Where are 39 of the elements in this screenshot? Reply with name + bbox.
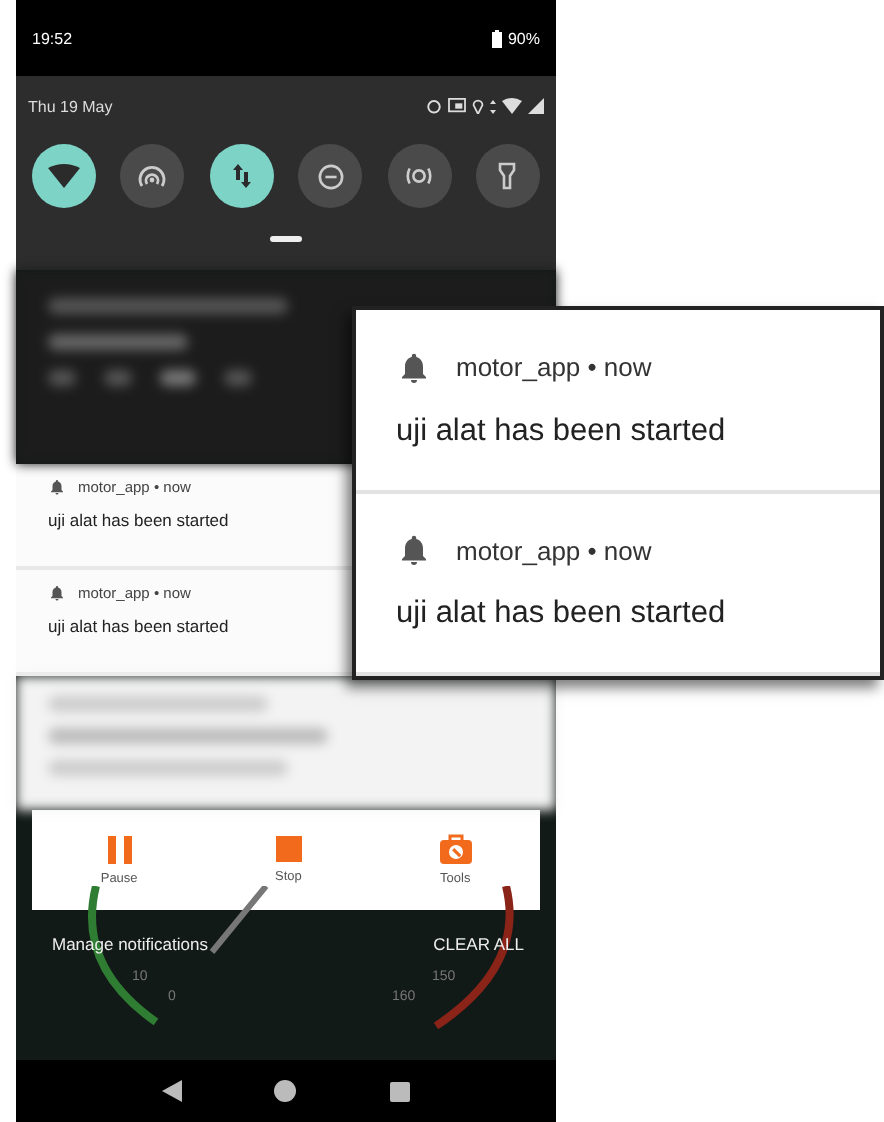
quick-settings-tile[interactable] xyxy=(209,144,274,208)
hotspot-icon xyxy=(138,164,167,188)
quick-settings-tile[interactable] xyxy=(32,144,96,208)
vibrate-icon xyxy=(404,166,435,186)
wifi-icon xyxy=(48,164,80,188)
bell-icon xyxy=(396,532,432,569)
date-label: Thu 19 May xyxy=(28,97,113,115)
flashlight-icon xyxy=(498,162,517,190)
drag-handle[interactable] xyxy=(270,236,302,242)
back-button[interactable] xyxy=(162,1080,183,1102)
clock-time: 19:52 xyxy=(32,29,73,47)
bell-icon xyxy=(396,349,432,386)
quick-settings-tile[interactable] xyxy=(387,144,452,208)
data-arrows-icon xyxy=(231,164,252,188)
recents-button[interactable] xyxy=(389,1081,410,1101)
home-button[interactable] xyxy=(274,1080,297,1102)
battery-icon xyxy=(491,29,502,47)
stop-icon xyxy=(275,836,302,862)
quick-settings-tile[interactable] xyxy=(475,144,540,208)
alarm-icon xyxy=(426,98,442,114)
notification-source: motor_app • now xyxy=(456,352,652,383)
notification-text: uji alat has been started xyxy=(48,510,231,530)
pause-icon xyxy=(107,835,132,863)
quick-settings-tile[interactable] xyxy=(298,144,363,208)
notification-text: uji alat has been started xyxy=(48,616,231,636)
data-arrows-icon xyxy=(490,99,496,113)
bell-icon xyxy=(48,478,66,496)
do-not-disturb-icon xyxy=(317,163,344,189)
location-icon xyxy=(472,98,484,114)
notification-text: uji alat has been started xyxy=(396,413,728,450)
clear-all-button[interactable]: CLEAR ALL xyxy=(433,934,524,954)
signal-icon xyxy=(528,98,544,114)
battery-percentage: 90% xyxy=(507,29,540,47)
manage-notifications-button[interactable]: Manage notifications xyxy=(52,934,208,954)
bell-icon xyxy=(48,584,66,602)
toolbox-icon xyxy=(439,834,472,864)
quick-settings-tile[interactable] xyxy=(120,144,185,208)
cast-icon xyxy=(448,98,466,114)
wifi-icon xyxy=(502,98,522,114)
